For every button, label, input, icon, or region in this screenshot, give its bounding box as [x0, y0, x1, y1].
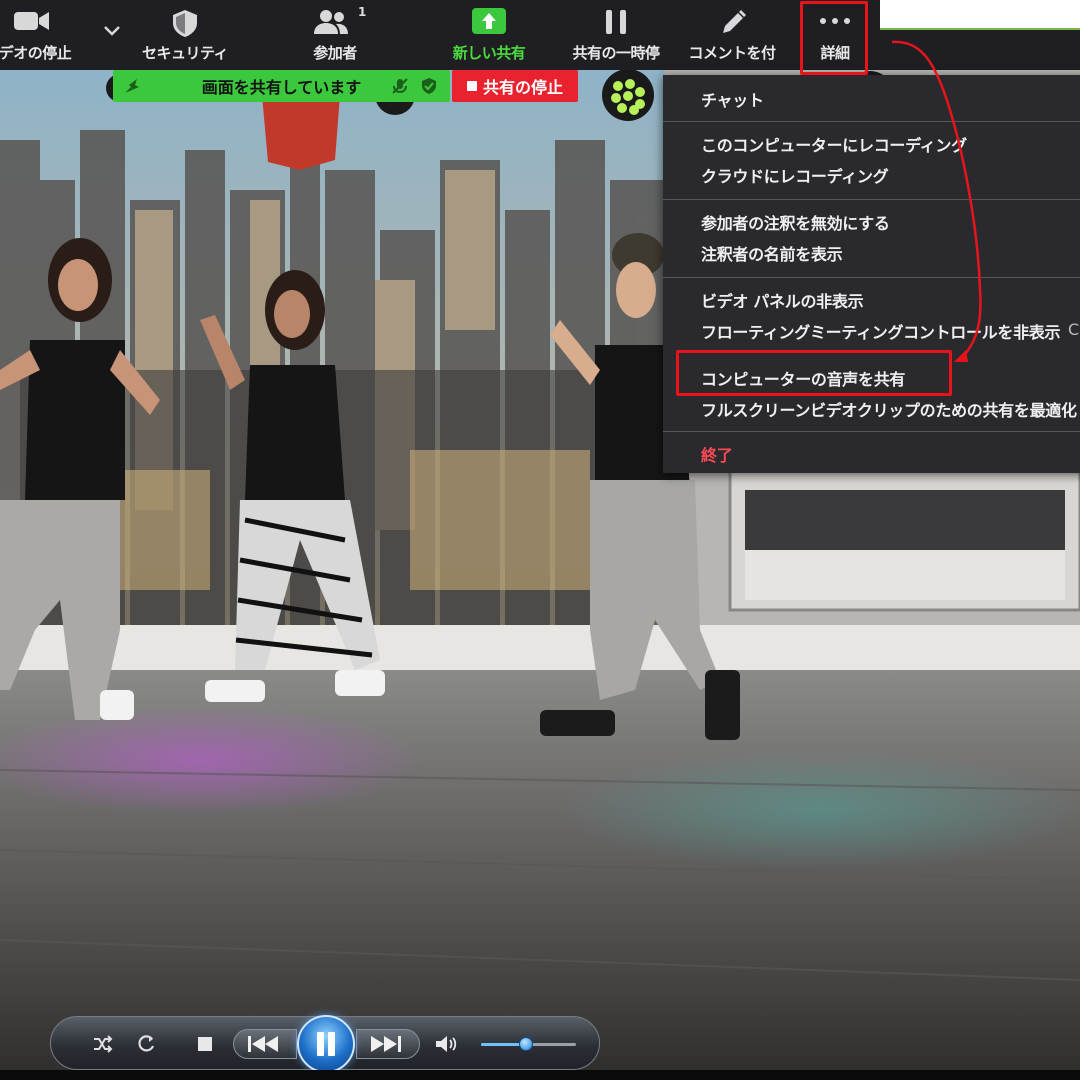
stop-share-label: 共有の停止	[482, 78, 563, 97]
stop-share-button[interactable]: 共有の停止	[452, 70, 578, 102]
pause-icon	[606, 10, 626, 34]
menu-item-chat[interactable]: チャット	[701, 87, 764, 111]
next-button[interactable]	[356, 1029, 420, 1059]
menu-item-disable-annotation[interactable]: 参加者の注釈を無効にする	[701, 210, 890, 234]
repeat-icon	[138, 1035, 155, 1052]
menu-item-record-cloud[interactable]: クラウドにレコーディング	[701, 163, 889, 187]
security-button[interactable]: セキュリティ	[125, 0, 245, 70]
mic-muted-icon	[392, 78, 408, 94]
volume-thumb[interactable]	[518, 1037, 533, 1051]
video-camera-icon	[14, 12, 49, 30]
pause-share-label: 共有の一時停	[572, 44, 660, 62]
stop-square-icon	[466, 81, 477, 91]
pause-share-button[interactable]: 共有の一時停	[555, 0, 677, 70]
annotate-label: コメントを付	[688, 44, 776, 62]
people-icon	[314, 10, 348, 34]
menu-item-hide-video-panel[interactable]: ビデオ パネルの非表示	[701, 288, 864, 312]
background-window	[880, 0, 1080, 30]
menu-divider	[663, 431, 1080, 432]
volume-slider[interactable]	[481, 1037, 576, 1051]
skip-back-icon	[248, 1036, 278, 1052]
menu-divider	[663, 199, 1080, 200]
menu-item-share-computer-audio[interactable]: コンピューターの音声を共有	[701, 366, 905, 390]
share-up-arrow-icon	[472, 8, 506, 34]
skip-forward-icon	[371, 1036, 401, 1052]
menu-divider	[663, 121, 1080, 122]
speaker-icon	[436, 1036, 457, 1052]
player-bottom-bar	[0, 1070, 1080, 1080]
sharing-status-text: 画面を共有しています	[201, 78, 362, 97]
media-player-controls	[50, 1015, 600, 1073]
menu-item-hide-floating-controls[interactable]: フローティングミーティングコントロールを非表示	[701, 319, 1060, 343]
screen-sharing-banner: 画面を共有しています	[113, 70, 450, 102]
pause-icon	[317, 1032, 335, 1056]
annotate-button[interactable]: コメントを付	[682, 0, 782, 70]
security-label: セキュリティ	[141, 44, 229, 62]
more-dropdown-menu: チャット このコンピューターにレコーディング クラウドにレコーディング 参加者の…	[663, 75, 1080, 473]
shuffle-button[interactable]	[87, 1017, 117, 1071]
menu-overflow-text: C	[1068, 320, 1080, 339]
previous-button[interactable]	[233, 1029, 297, 1059]
stop-button[interactable]	[191, 1017, 219, 1071]
more-label: 詳細	[820, 44, 850, 62]
more-button[interactable]: 詳細	[800, 0, 870, 70]
new-share-button[interactable]: 新しい共有	[430, 0, 548, 70]
menu-item-record-local[interactable]: このコンピューターにレコーディング	[701, 132, 967, 156]
menu-divider	[663, 277, 1080, 278]
shield-check-icon	[422, 78, 436, 94]
participants-button[interactable]: 1 参加者	[290, 0, 380, 70]
mute-button[interactable]	[431, 1017, 461, 1071]
stop-video-button[interactable]: デオの停止	[0, 0, 110, 70]
video-options-caret[interactable]	[100, 18, 124, 42]
stop-icon	[198, 1037, 212, 1051]
menu-item-show-annotator-names[interactable]: 注釈者の名前を表示	[701, 241, 843, 265]
new-share-label: 新しい共有	[452, 44, 526, 62]
signal-icon	[125, 79, 139, 93]
menu-item-end[interactable]: 終了	[701, 442, 733, 466]
pencil-icon	[723, 10, 746, 33]
stop-video-label: デオの停止	[0, 44, 72, 62]
play-pause-button[interactable]	[297, 1015, 355, 1073]
chevron-down-icon	[104, 26, 120, 36]
repeat-button[interactable]	[131, 1017, 161, 1071]
menu-item-optimize-video-clip[interactable]: フルスクリーンビデオクリップのための共有を最適化	[701, 397, 1077, 421]
participants-label: 参加者	[313, 44, 357, 62]
participants-count: 1	[358, 5, 367, 19]
shield-icon	[173, 10, 197, 37]
ellipsis-icon	[820, 18, 850, 24]
shuffle-icon	[94, 1035, 113, 1053]
